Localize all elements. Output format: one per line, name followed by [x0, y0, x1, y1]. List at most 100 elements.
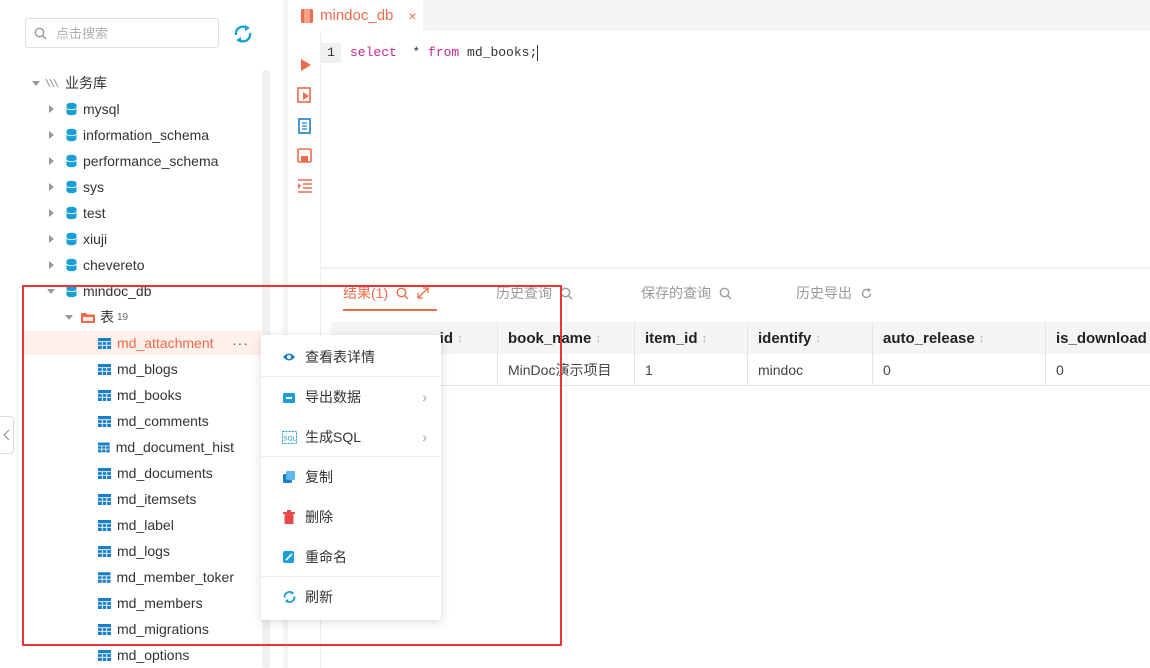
table-icon — [98, 415, 111, 427]
expand-arrow-icon[interactable] — [46, 130, 56, 140]
tree-table[interactable]: md_members — [98, 590, 203, 616]
tree-table[interactable]: md_document_hist — [98, 434, 234, 460]
run-icon[interactable] — [296, 56, 314, 74]
tree-table[interactable]: md_options — [98, 642, 189, 668]
table-cell[interactable]: 0 — [873, 354, 1046, 386]
menu-item-export-data[interactable]: 导出数据 › — [261, 377, 441, 417]
tree-table[interactable]: md_blogs — [98, 356, 178, 382]
sql-file-icon — [301, 8, 313, 23]
sort-icon[interactable]: ↕ — [702, 331, 708, 345]
expand-arrow-icon[interactable] — [46, 156, 56, 166]
tree-db-open[interactable]: mindoc_db — [46, 278, 152, 304]
close-tab-icon[interactable]: × — [408, 8, 416, 24]
tree-db[interactable]: information_schema — [46, 122, 209, 148]
menu-item-view-table-details[interactable]: 查看表详情 — [261, 337, 441, 377]
tree-table[interactable]: md_migrations — [98, 616, 209, 642]
search-box[interactable] — [25, 18, 219, 48]
text-cursor — [537, 44, 539, 61]
edit-icon — [281, 549, 297, 565]
sort-icon[interactable]: ↕ — [979, 331, 985, 345]
tree-db[interactable]: performance_schema — [46, 148, 218, 174]
search-input[interactable] — [54, 24, 208, 42]
tree-db[interactable]: sys — [46, 174, 104, 200]
menu-item-copy[interactable]: 复制 — [261, 457, 441, 497]
menu-item-refresh[interactable]: 刷新 — [261, 577, 441, 617]
sql-text: md_books; — [459, 45, 538, 60]
expand-arrow-icon[interactable] — [46, 182, 56, 192]
tree-root[interactable]: 业务库 — [31, 70, 107, 96]
format-sql-icon[interactable] — [296, 117, 314, 135]
refresh-icon[interactable] — [232, 24, 254, 44]
expand-icon[interactable] — [417, 287, 429, 299]
search-icon[interactable] — [719, 287, 732, 300]
tab-history-export[interactable]: 历史导出 — [796, 283, 873, 303]
tree-table[interactable]: md_itemsets — [98, 486, 196, 512]
collapse-arrow-icon[interactable] — [46, 286, 56, 296]
tab-saved-query[interactable]: 保存的查询 — [641, 283, 732, 303]
search-icon — [26, 27, 54, 40]
table-icon — [98, 597, 111, 609]
search-icon[interactable] — [560, 287, 573, 300]
table-icon — [98, 467, 111, 479]
sort-icon[interactable]: ↕ — [815, 331, 821, 345]
column-header[interactable]: is_download — [1046, 322, 1150, 354]
column-header[interactable]: auto_release ↕ — [873, 322, 1046, 354]
tree-table[interactable]: md_member_toker — [98, 564, 234, 590]
column-header[interactable]: item_id ↕ — [635, 322, 748, 354]
menu-item-rename[interactable]: 重命名 — [261, 537, 441, 577]
tree-db[interactable]: test — [46, 200, 106, 226]
sort-icon[interactable]: ↕ — [595, 331, 601, 345]
context-menu: 查看表详情 导出数据 › SQL 生成SQL › 复制 删除 重命名 刷新 — [261, 335, 441, 620]
tree-db[interactable]: mysql — [46, 96, 120, 122]
sql-editor[interactable]: 1 select * from md_books; — [321, 31, 1150, 267]
tree-table[interactable]: md_comments — [98, 408, 209, 434]
tree-root-label: 业务库 — [65, 75, 107, 91]
tree-db[interactable]: xiuji — [46, 226, 107, 252]
sql-code[interactable]: select * from md_books; — [350, 43, 539, 63]
expand-arrow-icon[interactable] — [31, 78, 41, 88]
tree-table-selected[interactable]: md_attachment — [98, 330, 214, 356]
menu-item-generate-sql[interactable]: SQL 生成SQL › — [261, 417, 441, 457]
column-header-label: book_name — [508, 329, 592, 347]
folder-icon — [81, 312, 95, 323]
tree-table[interactable]: md_books — [98, 382, 182, 408]
refresh-icon[interactable] — [860, 287, 873, 300]
refresh-icon — [281, 589, 297, 605]
tree-table[interactable]: md_documents — [98, 460, 213, 486]
table-cell[interactable]: 0 — [1046, 354, 1150, 386]
table-icon — [98, 389, 111, 401]
search-icon[interactable] — [396, 287, 409, 300]
table-cell[interactable]: mindoc — [748, 354, 873, 386]
tab-results[interactable]: 结果(1) — [343, 283, 429, 303]
table-icon — [98, 519, 111, 531]
sql-icon: SQL — [281, 429, 297, 445]
expand-arrow-icon[interactable] — [46, 260, 56, 270]
run-selected-icon[interactable] — [296, 86, 314, 104]
more-options-icon[interactable]: ··· — [232, 330, 249, 356]
tree-table[interactable]: md_logs — [98, 538, 170, 564]
column-header[interactable]: book_name ↕ — [498, 322, 635, 354]
chevron-right-icon: › — [422, 429, 427, 445]
tree-tables-folder[interactable]: 表 19 — [64, 304, 128, 330]
save-icon[interactable] — [296, 147, 314, 165]
expand-arrow-icon[interactable] — [46, 104, 56, 114]
editor-tab[interactable]: mindoc_db × — [288, 0, 423, 31]
indent-icon[interactable] — [296, 177, 314, 195]
table-label: md_member_toker — [116, 569, 235, 585]
tab-history-query[interactable]: 历史查询 — [496, 283, 573, 303]
tree-db[interactable]: chevereto — [46, 252, 144, 278]
table-cell[interactable]: MinDoc演示项目 — [498, 354, 635, 386]
expand-arrow-icon[interactable] — [46, 208, 56, 218]
tree-table[interactable]: md_label — [98, 512, 174, 538]
sort-icon[interactable]: ↕ — [457, 331, 463, 345]
sidebar: 业务库 mysql information_schema performance… — [0, 0, 283, 668]
table-cell[interactable]: 1 — [635, 354, 748, 386]
collapse-arrow-icon[interactable] — [64, 312, 74, 322]
database-icon — [66, 206, 77, 220]
table-label: md_blogs — [117, 361, 178, 377]
column-header[interactable]: identify ↕ — [748, 322, 873, 354]
collapse-sidebar-button[interactable] — [0, 416, 14, 454]
menu-item-delete[interactable]: 删除 — [261, 497, 441, 537]
database-icon — [66, 154, 77, 168]
expand-arrow-icon[interactable] — [46, 234, 56, 244]
